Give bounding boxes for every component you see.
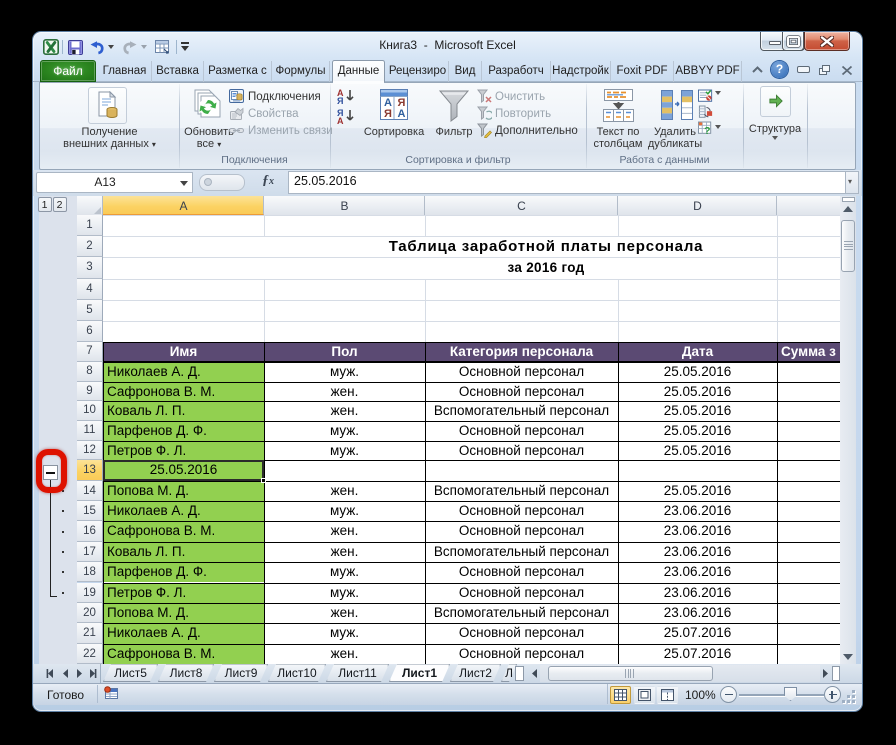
svg-text:Я: Я <box>384 108 392 120</box>
svg-text:А: А <box>337 116 344 125</box>
svg-text:?: ? <box>704 126 710 137</box>
svg-text:А: А <box>398 108 406 120</box>
svg-text:Я: Я <box>337 96 343 105</box>
